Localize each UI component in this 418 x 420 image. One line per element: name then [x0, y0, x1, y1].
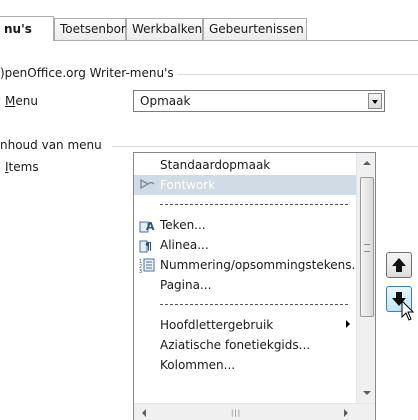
tab-label: Toetsenbord [60, 22, 134, 36]
menu-items-list[interactable]: Standaardopmaak Fontwork A Teken... ¶ Al… [133, 152, 376, 420]
list-item-label: Standaardopmaak [160, 158, 271, 172]
chevron-down-icon[interactable] [368, 93, 382, 109]
scroll-down-icon[interactable] [363, 391, 371, 395]
tab-keyboard[interactable]: Toetsenbord [54, 18, 133, 40]
list-item[interactable]: 1 2 3 Nummering/opsommingstekens... [134, 255, 363, 275]
list-item-label: Aziatische fonetiekgids... [160, 338, 311, 352]
list-item-label: Pagina... [160, 278, 212, 292]
list-item[interactable]: Pagina... [134, 275, 356, 295]
scroll-grip-icon: ||| [231, 409, 242, 417]
menu-label: Menu [5, 94, 38, 108]
list-item-label: Kolommen... [160, 358, 236, 372]
list-separator[interactable] [134, 195, 356, 215]
separator-line [160, 304, 348, 305]
scroll-up-icon[interactable] [363, 161, 371, 165]
group-separator [170, 74, 418, 75]
svg-text:3: 3 [139, 269, 142, 273]
character-icon: A [139, 220, 155, 233]
scroll-left-icon[interactable] [142, 409, 146, 417]
tab-strip-baseline [0, 40, 418, 41]
tab-toolbars[interactable]: Werkbalken [126, 18, 203, 40]
move-up-button[interactable] [386, 252, 412, 278]
scroll-right-icon[interactable] [344, 409, 348, 417]
list-vertical-scrollbar[interactable] [356, 153, 375, 403]
separator-line [160, 204, 348, 205]
fontwork-icon [140, 178, 155, 190]
list-item[interactable]: A Teken... [134, 215, 356, 235]
list-item-label: Alinea... [160, 238, 209, 252]
list-item-label: Fontwork [160, 178, 216, 192]
group-title-menus: )penOffice.org Writer-menu's [0, 66, 178, 80]
list-item-label: Teken... [160, 218, 206, 232]
list-horizontal-scrollbar[interactable]: ||| [134, 403, 375, 420]
list-item[interactable]: Aziatische fonetiekgids... [134, 335, 356, 355]
tab-label: Werkbalken [132, 22, 203, 36]
list-item-label: Nummering/opsommingstekens... [160, 258, 363, 272]
list-item[interactable]: Standaardopmaak [134, 155, 356, 175]
numbering-icon: 1 2 3 [139, 258, 155, 273]
submenu-arrow-icon [346, 320, 350, 328]
scroll-thumb[interactable] [360, 177, 374, 317]
list-item[interactable]: Fontwork [134, 175, 356, 195]
group-title-menu-content: nhoud van menu [0, 138, 106, 152]
list-item[interactable]: ¶ Alinea... [134, 235, 356, 255]
items-label: Items [5, 160, 39, 174]
menu-select-value: Opmaak [140, 94, 191, 108]
tab-events[interactable]: Gebeurtenissen [203, 18, 307, 40]
svg-text:A: A [146, 220, 155, 233]
list-item[interactable]: Kolommen... [134, 355, 356, 375]
tab-label: Gebeurtenissen [209, 22, 304, 36]
group-separator [112, 146, 418, 147]
paragraph-icon: ¶ [139, 240, 152, 253]
tab-menus[interactable]: nu's [0, 16, 54, 41]
list-item[interactable]: Hoofdlettergebruik [134, 315, 356, 335]
list-item-label: Hoofdlettergebruik [160, 318, 274, 332]
svg-text:¶: ¶ [145, 240, 152, 253]
list-separator[interactable] [134, 295, 356, 315]
menu-select[interactable]: Opmaak [133, 90, 385, 112]
mouse-pointer-icon [401, 300, 415, 321]
arrow-up-icon [392, 258, 406, 272]
tab-label: nu's [4, 22, 32, 36]
